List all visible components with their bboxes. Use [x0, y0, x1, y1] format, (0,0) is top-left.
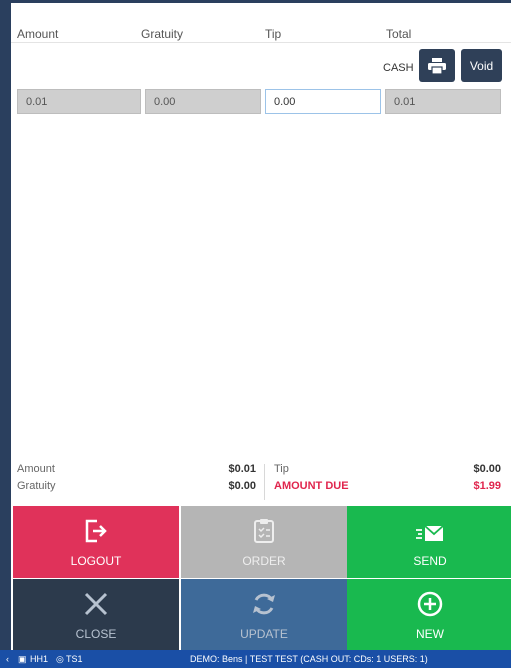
plus-circle-icon [417, 591, 443, 617]
terminal-icon: ▣ [18, 654, 27, 664]
back-icon[interactable]: ‹ [6, 654, 9, 664]
total-field: 0.01 [385, 89, 501, 114]
logout-label: LOGOUT [70, 554, 122, 568]
amount-due-label: AMOUNT DUE [274, 480, 349, 492]
summary-amount-value: $0.01 [228, 463, 256, 475]
send-button[interactable]: SEND [347, 506, 511, 578]
summary-gratuity-value: $0.00 [228, 480, 256, 492]
amount-due-value: $1.99 [473, 480, 501, 492]
new-button[interactable]: NEW [347, 579, 511, 651]
printer-icon [428, 57, 446, 74]
envelope-icon [416, 525, 444, 541]
x-icon [84, 592, 108, 616]
header-amount: Amount [17, 27, 59, 41]
status-info: DEMO: Bens | TEST TEST (CASH OUT: CDs: 1… [190, 654, 428, 664]
refresh-icon [253, 593, 275, 615]
order-button[interactable]: ORDER [181, 506, 347, 578]
summary-tip-label: Tip [274, 463, 289, 475]
new-label: NEW [416, 627, 444, 641]
header-gratuity: Gratuity [141, 27, 184, 41]
status-bar: ‹ ▣ HH1 ◎ TS1 DEMO: Bens | TEST TEST (CA… [0, 650, 511, 668]
header-total: Total [386, 27, 412, 41]
header-tip: Tip [265, 27, 282, 41]
column-header: Amount Gratuity Tip Total [11, 3, 511, 43]
payment-method: CASH [383, 62, 414, 74]
station-icon: ◎ [56, 654, 64, 664]
tip-input[interactable]: 0.00 [265, 89, 381, 114]
update-button[interactable]: UPDATE [181, 579, 347, 651]
send-label: SEND [413, 554, 447, 568]
amount-field: 0.01 [17, 89, 141, 114]
status-terminal: HH1 [30, 654, 49, 664]
void-button[interactable]: Void [461, 49, 502, 82]
summary-divider [264, 464, 265, 500]
summary-gratuity-label: Gratuity [17, 480, 56, 492]
print-button[interactable] [419, 49, 455, 82]
payment-summary: Amount $0.01 Gratuity $0.00 Tip $0.00 AM… [11, 458, 511, 506]
status-station: TS1 [66, 654, 83, 664]
logout-icon [85, 519, 107, 543]
payment-row: CASH Void [11, 47, 511, 83]
summary-amount-label: Amount [17, 463, 55, 475]
clipboard-icon [254, 519, 274, 543]
summary-tip-value: $0.00 [473, 463, 501, 475]
update-label: UPDATE [240, 627, 288, 641]
order-label: ORDER [242, 554, 286, 568]
gratuity-field: 0.00 [145, 89, 261, 114]
close-label: CLOSE [75, 627, 117, 641]
close-button[interactable]: CLOSE [13, 579, 179, 651]
logout-button[interactable]: LOGOUT [13, 506, 179, 578]
